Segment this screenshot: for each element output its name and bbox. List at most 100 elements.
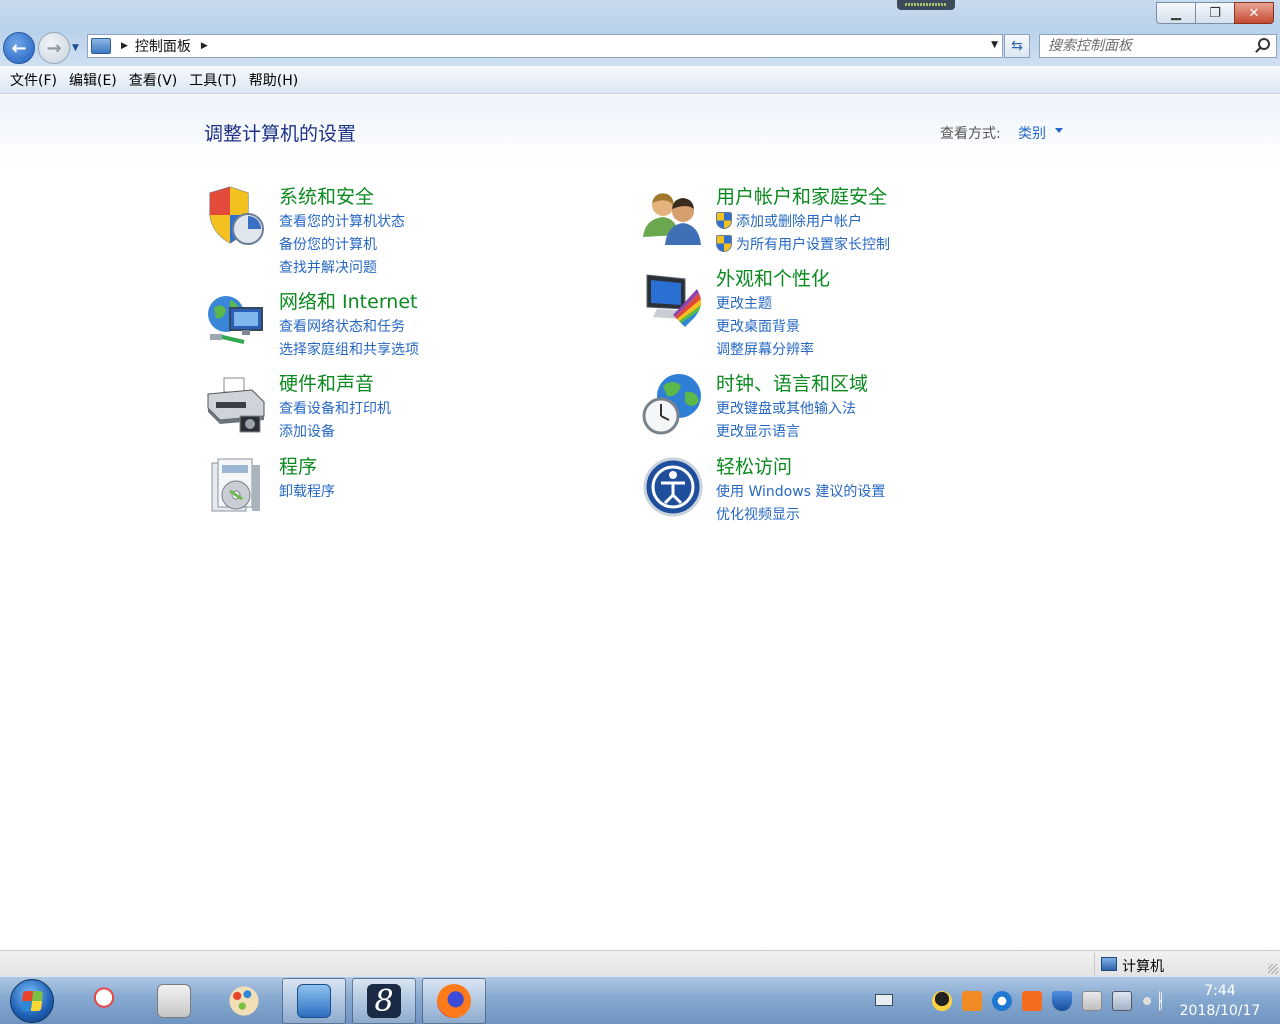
uac-shield-icon [716,212,732,229]
clock-date: 2018/10/17 [1179,1003,1261,1019]
menu-bar: 文件(F) 编辑(E) 查看(V) 工具(T) 帮助(H) [0,66,1280,94]
link-add-device[interactable]: 添加设备 [279,419,391,442]
breadcrumb-separator-icon[interactable]: ▶ [201,41,208,51]
taskbar-paint[interactable] [212,978,276,1024]
title-bar: ▁ ❐ ✕ [0,0,1280,30]
snipping-tool-icon [87,984,121,1018]
menu-view[interactable]: 查看(V) [123,70,184,90]
teamviewer-icon[interactable] [992,991,1012,1011]
system-tray [932,991,1162,1011]
action-center-icon[interactable] [1082,991,1102,1011]
paint-icon [227,984,261,1018]
view-by-caret-icon[interactable] [1055,128,1063,133]
security-shield-icon[interactable] [1052,991,1072,1011]
category-title[interactable]: 硬件和声音 [279,369,374,396]
navigation-bar: ← → ▼ ▶ 控制面板 ▶ ▼ ⇆ [0,30,1280,66]
link-view-computer-status[interactable]: 查看您的计算机状态 [279,209,405,232]
search-input[interactable] [1048,38,1248,54]
link-backup-computer[interactable]: 备份您的计算机 [279,232,405,255]
link-parental-controls[interactable]: 为所有用户设置家长控制 [716,232,890,255]
network-globe-icon[interactable] [204,290,268,354]
status-bar: 计算机 [0,950,1280,976]
programs-disc-icon[interactable] [204,455,268,519]
maximize-button[interactable]: ❐ [1196,2,1234,24]
control-panel-icon [297,984,331,1018]
menu-edit[interactable]: 编辑(E) [63,70,123,90]
taskbar-control-panel[interactable] [282,978,346,1024]
status-location: 计算机 [1122,959,1164,975]
taskbar-app-8[interactable]: 8 [352,978,416,1024]
printer-icon[interactable] [204,372,268,436]
taskbar: 8 7:44 2018/10/17 [0,976,1280,1024]
link-change-desktop-background[interactable]: 更改桌面背景 [716,314,814,337]
category-title[interactable]: 轻松访问 [716,452,792,479]
link-change-input-method[interactable]: 更改键盘或其他输入法 [716,396,856,419]
category-title[interactable]: 时钟、语言和区域 [716,369,868,396]
link-optimize-video-display[interactable]: 优化视频显示 [716,502,885,525]
link-label[interactable]: 添加或删除用户帐户 [736,211,862,231]
users-icon[interactable] [641,185,705,249]
qq-icon[interactable] [932,991,952,1011]
link-label[interactable]: 为所有用户设置家长控制 [736,234,890,254]
breadcrumb-separator-icon[interactable]: ▶ [121,41,128,51]
category-title[interactable]: 系统和安全 [279,182,374,209]
category-title[interactable]: 网络和 Internet [279,287,417,314]
view-by-label: 查看方式: [940,126,1001,142]
link-find-fix-problems[interactable]: 查找并解决问题 [279,255,405,278]
calculator-icon [157,984,191,1018]
control-panel-icon [91,38,111,54]
category-title[interactable]: 外观和个性化 [716,264,830,291]
clock-time: 7:44 [1204,983,1236,999]
link-windows-recommended-settings[interactable]: 使用 Windows 建议的设置 [716,479,885,502]
link-homegroup-sharing[interactable]: 选择家庭组和共享选项 [279,337,419,360]
menu-help[interactable]: 帮助(H) [243,70,304,90]
uac-shield-icon [716,235,732,252]
link-add-remove-accounts[interactable]: 添加或删除用户帐户 [716,209,890,232]
search-box[interactable] [1039,34,1277,58]
page-title: 调整计算机的设置 [204,123,357,145]
address-bar[interactable]: ▶ 控制面板 ▶ ▼ [87,34,1003,58]
close-button[interactable]: ✕ [1234,2,1274,24]
breadcrumb-control-panel[interactable]: 控制面板 [135,36,191,56]
link-uninstall-program[interactable]: 卸载程序 [279,479,335,502]
clock[interactable]: 7:44 2018/10/17 [1172,981,1268,1021]
recent-pages-dropdown[interactable]: ▼ [72,43,79,53]
menu-tools[interactable]: 工具(T) [183,70,242,90]
control-panel-content: 调整计算机的设置 查看方式: 类别 系统和安全 查看您的计算机状态 备份您的计算… [0,95,1280,950]
monitor-palette-icon[interactable] [641,267,705,331]
window-controls: ▁ ❐ ✕ [1156,2,1274,24]
java-icon[interactable] [962,991,982,1011]
keyboard-icon[interactable] [875,994,893,1006]
status-separator [1094,953,1095,975]
forward-button[interactable]: → [38,32,70,64]
link-adjust-resolution[interactable]: 调整屏幕分辨率 [716,337,814,360]
title-notch [897,0,955,10]
link-change-theme[interactable]: 更改主题 [716,291,814,314]
link-change-display-language[interactable]: 更改显示语言 [716,419,856,442]
back-button[interactable]: ← [3,32,35,64]
network-icon[interactable] [1112,991,1132,1011]
volume-icon[interactable] [1142,991,1162,1011]
computer-icon [1101,957,1117,971]
firefox-icon [437,984,471,1018]
address-dropdown-icon[interactable]: ▼ [991,40,998,50]
app-8-icon: 8 [367,984,401,1019]
resize-grip[interactable] [1268,964,1278,974]
app-tray-icon[interactable] [1022,991,1042,1011]
category-title[interactable]: 程序 [279,452,317,479]
taskbar-snipping-tool[interactable] [72,978,136,1024]
taskbar-firefox[interactable] [422,978,486,1024]
link-view-network-status[interactable]: 查看网络状态和任务 [279,314,419,337]
start-button[interactable] [10,979,54,1023]
link-view-devices-printers[interactable]: 查看设备和打印机 [279,396,391,419]
clock-globe-icon[interactable] [641,372,705,436]
category-title[interactable]: 用户帐户和家庭安全 [716,182,887,209]
view-by-dropdown[interactable]: 类别 [1018,123,1046,143]
refresh-button[interactable]: ⇆ [1004,34,1030,58]
menu-file[interactable]: 文件(F) [4,70,63,90]
ease-of-access-icon[interactable] [641,455,705,519]
taskbar-calculator[interactable] [142,978,206,1024]
shield-security-icon[interactable] [204,185,268,249]
search-icon[interactable] [1258,38,1270,50]
minimize-button[interactable]: ▁ [1156,2,1196,24]
